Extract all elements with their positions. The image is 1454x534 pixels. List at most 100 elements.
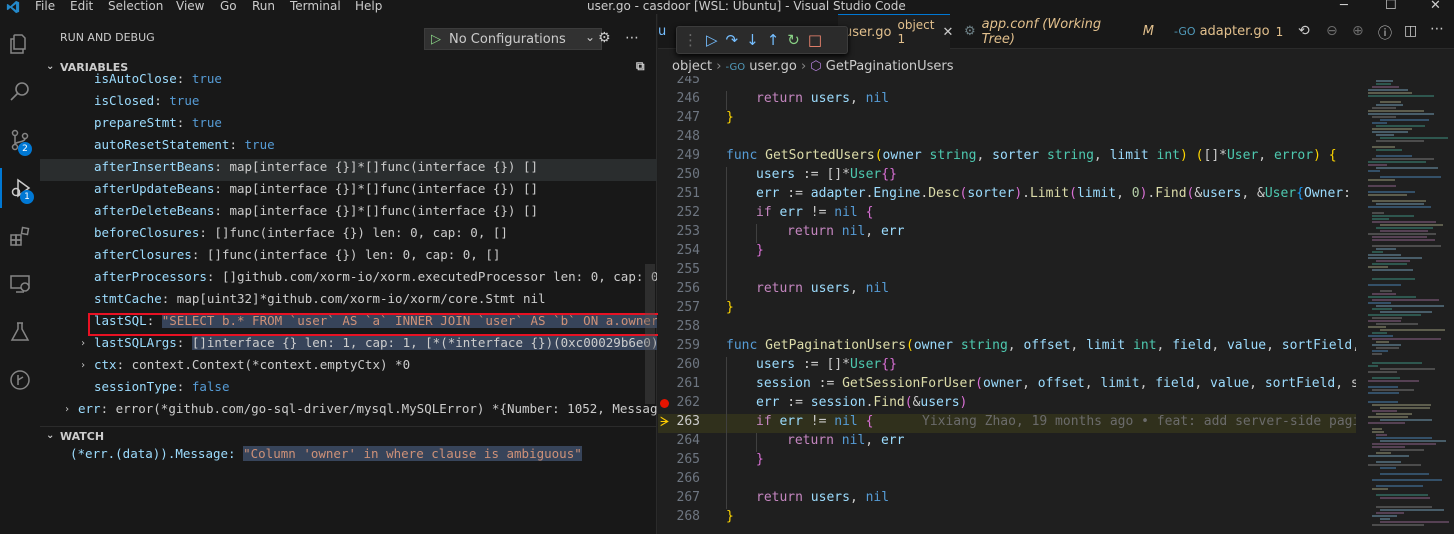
code-line[interactable]: 260 users := []*User{} <box>658 357 1356 376</box>
minimize-icon[interactable]: ─ <box>1340 0 1348 13</box>
variable-row[interactable]: afterProcessors: []github.com/xorm-io/xo… <box>40 269 657 291</box>
watch-row[interactable]: (*err.(data)).Message: "Column 'owner' i… <box>40 446 657 468</box>
variable-row[interactable]: afterUpdateBeans: map[interface {}]*[]fu… <box>40 181 657 203</box>
menu-file[interactable]: File <box>35 0 55 13</box>
split-editor-icon[interactable]: ◫ <box>1404 23 1417 39</box>
tab-adapter-go[interactable]: -GO adapter.go 1 <box>1164 14 1284 49</box>
variable-value: true <box>191 115 222 130</box>
breadcrumb-symbol[interactable]: GetPaginationUsers <box>826 59 954 74</box>
explorer-icon[interactable] <box>0 24 40 64</box>
code-line[interactable]: 265} <box>658 452 1356 471</box>
variable-row[interactable]: afterInsertBeans: map[interface {}]*[]fu… <box>40 159 657 181</box>
start-debug-icon[interactable]: ▷ <box>431 32 441 47</box>
code-line[interactable]: 268} <box>658 509 1356 528</box>
code-editor[interactable]: 245 246 return users, nil 247} 248 249 fun… <box>658 76 1356 534</box>
close-window-icon[interactable]: ✕ <box>1430 0 1441 13</box>
restart-icon[interactable]: ↻ <box>787 31 800 49</box>
testing-icon[interactable] <box>0 312 40 352</box>
code-line[interactable]: 256 return users, nil <box>658 281 1356 300</box>
menu-terminal[interactable]: Terminal <box>290 0 341 13</box>
remote-explorer-icon[interactable] <box>0 264 40 304</box>
code-line[interactable]: 258 <box>658 319 1356 338</box>
chevron-right-icon[interactable]: › <box>80 338 86 349</box>
extensions-icon[interactable] <box>0 216 40 256</box>
continue-icon[interactable]: ▷ <box>706 31 718 49</box>
variable-row[interactable]: beforeClosures: []func(interface {}) len… <box>40 225 657 247</box>
gear-icon[interactable]: ⚙ <box>598 30 611 46</box>
git-compare-icon[interactable]: ⟲ <box>1298 23 1310 39</box>
variable-row[interactable]: isAutoClose: true <box>40 71 657 93</box>
code-line[interactable]: 266 <box>658 471 1356 490</box>
code-line[interactable]: 254} <box>658 243 1356 262</box>
launch-config-dropdown[interactable]: ▷ No Configurations ⌄ <box>424 28 602 50</box>
variable-name: afterInsertBeans <box>94 159 215 174</box>
code-line[interactable]: 255 <box>658 262 1356 281</box>
minimap-line <box>1368 266 1388 268</box>
close-tab-icon[interactable]: ✕ <box>942 25 953 40</box>
variables-scrollbar[interactable] <box>645 264 655 404</box>
tab-app-conf[interactable]: ⚙ app.conf (Working Tree) M <box>954 14 1154 49</box>
menu-selection[interactable]: Selection <box>108 0 163 13</box>
variable-row[interactable]: › lastSQLArgs: []interface {} len: 1, cap… <box>40 335 657 357</box>
code-line[interactable]: 259 func GetPaginationUsers(owner string,… <box>658 338 1356 357</box>
run-debug-icon[interactable]: 1 <box>0 168 40 208</box>
next-change-icon[interactable]: ⊕ <box>1352 23 1364 39</box>
current-execution-line[interactable]: ᗒ 263 if err != nil {Yixiang Zhao, 19 mont… <box>658 414 1356 433</box>
variable-row[interactable]: › ctx: context.Context(*context.emptyCtx)… <box>40 357 657 379</box>
tab-hidden[interactable]: u <box>658 14 666 49</box>
menu-view[interactable]: View <box>176 0 204 13</box>
previous-change-icon[interactable]: ⊖ <box>1326 23 1338 39</box>
step-out-icon[interactable]: ↑ <box>767 31 780 49</box>
step-into-icon[interactable]: ↓ <box>746 31 759 49</box>
code-line[interactable]: 262 err := session.Find(&users) <box>658 395 1356 414</box>
variable-row[interactable]: autoResetStatement: true <box>40 137 657 159</box>
minimap[interactable] <box>1364 76 1454 534</box>
breadcrumb-file[interactable]: user.go <box>749 59 797 74</box>
code-line[interactable]: 257} <box>658 300 1356 319</box>
menu-run[interactable]: Run <box>252 0 275 13</box>
step-over-icon[interactable]: ↷ <box>726 31 739 49</box>
chevron-right-icon[interactable]: › <box>64 404 70 415</box>
more-actions-icon[interactable]: ⋯ <box>1430 21 1444 37</box>
menu-help[interactable]: Help <box>355 0 382 13</box>
code-line[interactable]: 247} <box>658 110 1356 129</box>
search-icon[interactable] <box>0 72 40 112</box>
variable-row[interactable]: sessionType: false <box>40 379 657 401</box>
code-line[interactable]: 248 <box>658 129 1356 148</box>
code-line[interactable]: 261 session := GetSessionForUser(owner, o… <box>658 376 1356 395</box>
variable-row[interactable]: afterDeleteBeans: map[interface {}]*[]fu… <box>40 203 657 225</box>
code-line[interactable]: 264 return nil, err <box>658 433 1356 452</box>
tab-user-go[interactable]: user.go object 1 ✕ <box>838 14 953 49</box>
code-line[interactable]: 245 <box>658 76 1356 91</box>
code-line[interactable]: 252 if err != nil { <box>658 205 1356 224</box>
minimap-line <box>1380 224 1444 226</box>
open-changes-icon[interactable]: ⓘ <box>1378 23 1392 43</box>
minimap-line <box>1380 290 1392 292</box>
variable-row[interactable]: isClosed: true <box>40 93 657 115</box>
minimap-line <box>1372 200 1427 202</box>
watch-header[interactable]: ⌄ WATCH <box>40 426 657 446</box>
breadcrumb-folder[interactable]: object <box>672 59 712 74</box>
minimap-line <box>1372 131 1409 133</box>
variable-row[interactable]: › err: error(*github.com/go-sql-driver/my… <box>40 401 657 423</box>
maximize-icon[interactable]: ☐ <box>1385 0 1397 13</box>
tab-label: adapter.go <box>1199 24 1270 39</box>
menu-edit[interactable]: Edit <box>70 0 93 13</box>
variable-row[interactable]: prepareStmt: true <box>40 115 657 137</box>
drag-handle-icon[interactable]: ⋮ <box>683 31 698 49</box>
code-line[interactable]: 246 return users, nil <box>658 91 1356 110</box>
code-line[interactable]: 251 err := adapter.Engine.Desc(sorter).Li… <box>658 186 1356 205</box>
code-line[interactable]: 267 return users, nil <box>658 490 1356 509</box>
code-line[interactable]: 250 users := []*User{} <box>658 167 1356 186</box>
chevron-right-icon[interactable]: › <box>80 360 86 371</box>
code-line[interactable]: 249 func GetSortedUsers(owner string, sor… <box>658 148 1356 167</box>
vscode-logo-icon <box>6 0 20 14</box>
more-actions-icon[interactable]: ⋯ <box>625 30 639 46</box>
git-graph-icon[interactable] <box>0 360 40 400</box>
source-control-icon[interactable]: 2 <box>0 120 40 160</box>
variable-row[interactable]: stmtCache: map[uint32]*github.com/xorm-i… <box>40 291 657 313</box>
menu-go[interactable]: Go <box>220 0 237 13</box>
code-line[interactable]: 253 return nil, err <box>658 224 1356 243</box>
stop-icon[interactable]: □ <box>808 31 822 49</box>
variable-row[interactable]: afterClosures: []func(interface {}) len:… <box>40 247 657 269</box>
